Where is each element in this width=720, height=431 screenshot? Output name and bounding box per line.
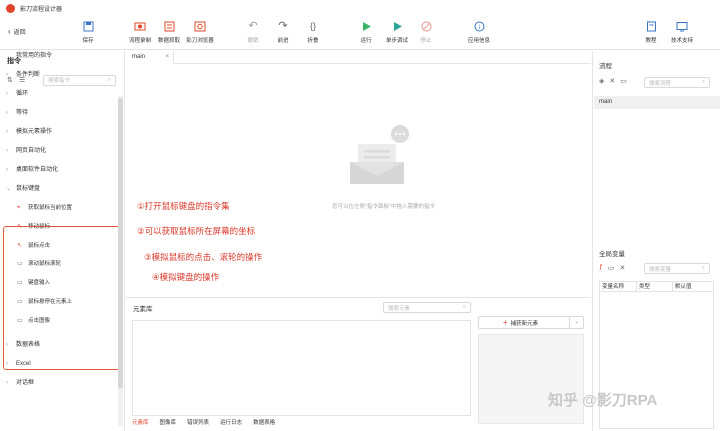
vars-search-input[interactable]: 搜索变量 ⌕ (644, 263, 710, 274)
app-info-button[interactable]: i 应用信息 (462, 18, 496, 44)
column-header: 类型 (637, 282, 673, 291)
search-icon: ⌕ (701, 79, 705, 85)
element-list (132, 320, 471, 416)
tutorial-button[interactable]: 教程 (634, 18, 668, 44)
redo-button[interactable]: ↷ 前进 (266, 18, 300, 44)
browser-icon (194, 20, 206, 32)
tree-item[interactable]: › 网页自动化 (0, 142, 118, 161)
highlight-frame (3, 226, 120, 370)
step-debug-icon (391, 20, 403, 32)
delete-icon[interactable]: ✕ (620, 264, 626, 272)
tree-item[interactable]: › 等待 (0, 104, 118, 123)
fold-icon: {} (309, 21, 316, 31)
chevron-right-icon: › (6, 379, 8, 386)
flow-search-input[interactable]: 搜索流程 ⌕ (644, 77, 710, 88)
sub-item-get-mouse-position[interactable]: ⌖ 获取鼠标当前位置 (0, 199, 118, 218)
chevron-right-icon: › (6, 91, 8, 97)
search-icon: ⌕ (462, 304, 466, 310)
save-icon (82, 20, 94, 32)
canvas-tabs: main × (126, 51, 591, 64)
tab-image-library[interactable]: 图像库 (160, 418, 177, 426)
tab-error-list[interactable]: 错误列表 (187, 418, 209, 426)
layers-icon[interactable]: ◈ (599, 77, 604, 85)
tab-run-log[interactable]: 运行日志 (220, 418, 242, 426)
fold-button[interactable]: {} 折叠 (296, 18, 330, 44)
back-button[interactable]: ‹ 返回 (8, 27, 26, 36)
element-search-input[interactable]: 搜索元素 ⌕ (383, 302, 471, 313)
right-panel: 流程 ◈ ✕ ▭ 搜索流程 ⌕ main 全局变量 ƒ ▭ ✕ 搜索变量 ⌕ 变… (592, 51, 720, 431)
grab-icon (163, 20, 175, 32)
empty-hint: 您可以在左侧"指令面板"中拖入需要的指令 (332, 204, 435, 210)
vars-tools: ƒ ▭ ✕ (599, 264, 630, 272)
flow-title: 流程 (599, 63, 612, 70)
delete-icon[interactable]: ✕ (609, 77, 615, 85)
info-icon: i (473, 20, 485, 32)
element-preview (478, 334, 584, 424)
chevron-right-icon: › (6, 167, 8, 173)
tutorial-icon (645, 20, 657, 32)
rename-icon[interactable]: ▭ (620, 77, 627, 85)
annotation-2: ②可以获取鼠标所在屏幕的坐标 (137, 226, 256, 236)
record-icon (134, 20, 146, 32)
stop-icon (420, 20, 432, 32)
rename-icon[interactable]: ▭ (608, 264, 615, 272)
tree-item[interactable]: › 循环 (0, 85, 118, 104)
run-button[interactable]: 运行 (349, 18, 383, 44)
element-library-title: 元素库 (133, 306, 153, 313)
title-bar: 影刀流程设计器 (0, 0, 720, 16)
tree-item-favorites[interactable]: 我常用的指令 (0, 47, 118, 66)
tree-item-mouse-keyboard[interactable]: ⌄ 鼠标键盘 (0, 180, 118, 199)
chevron-down-icon[interactable]: ⌄ (569, 317, 583, 328)
annotation-4: ④模拟键盘的操作 (152, 272, 220, 282)
undo-icon: ↶ (248, 20, 258, 32)
add-variable-icon[interactable]: ƒ (599, 264, 603, 272)
annotation-1: ①打开鼠标键盘的指令集 (137, 201, 230, 211)
redo-icon: ↷ (278, 20, 288, 32)
browser-button[interactable]: 影刀浏览器 (183, 18, 217, 44)
tree-item[interactable]: › 对话框 (0, 374, 118, 393)
back-label: 返回 (13, 30, 26, 36)
mouse-position-icon: ⌖ (17, 205, 21, 211)
chevron-right-icon: › (6, 129, 8, 135)
bottom-tabs: 元素库 图像库 错误列表 运行日志 数据表格 (132, 418, 286, 426)
app-logo-icon (6, 3, 15, 13)
global-vars-title: 全局变量 (599, 251, 625, 258)
stop-button[interactable]: 停止 (409, 18, 443, 44)
capture-element-button[interactable]: + 捕获新元素 ⌄ (478, 316, 584, 329)
tree-item[interactable]: › 桌面软件自动化 (0, 161, 118, 180)
save-button[interactable]: 保存 (71, 18, 105, 44)
empty-inbox-icon (344, 124, 414, 194)
plus-icon: + (503, 318, 508, 327)
column-header: 变量名称 (600, 282, 637, 291)
flow-item-main[interactable]: main (594, 96, 720, 109)
grab-button[interactable]: 数据抓取 (152, 18, 186, 44)
tab-element-library[interactable]: 元素库 (132, 418, 149, 426)
support-icon (676, 20, 688, 32)
table-header: 变量名称 类型 默认值 (600, 282, 713, 292)
close-icon[interactable]: × (165, 51, 169, 64)
chevron-right-icon: › (6, 110, 8, 116)
instruction-scrollbar[interactable] (118, 96, 123, 426)
chevron-right-icon: › (6, 148, 8, 154)
tree-item[interactable]: › 条件判断 (0, 66, 118, 85)
chevron-right-icon: › (6, 72, 8, 78)
play-icon (360, 20, 372, 32)
tab-main[interactable]: main × (126, 51, 174, 64)
chevron-down-icon: ⌄ (6, 186, 12, 192)
svg-text:i: i (478, 25, 479, 31)
toolbar: ‹ 返回 保存 流程录制 数据抓取 影刀浏览器 ↶ 撤销 ↷ 前进 {} 折叠 … (0, 16, 720, 50)
column-header: 默认值 (675, 284, 692, 290)
support-button[interactable]: 技术支持 (665, 18, 699, 44)
undo-button[interactable]: ↶ 撤销 (236, 18, 270, 44)
tab-data-table[interactable]: 数据表格 (253, 418, 275, 426)
flow-tools: ◈ ✕ ▭ (599, 77, 632, 85)
annotation-3: ③模拟鼠标的点击、滚轮的操作 (144, 252, 263, 262)
watermark: 知乎 @影刀RPA (548, 392, 658, 409)
tree-item[interactable]: › 模拟元素操作 (0, 123, 118, 142)
search-icon: ⌕ (701, 265, 705, 271)
arrow-left-icon: ‹ (8, 27, 11, 36)
element-library-panel: 元素库 搜索元素 ⌕ + 捕获新元素 ⌄ 元素库 图像库 错误列表 运行日志 数… (126, 297, 591, 431)
window-title: 影刀流程设计器 (20, 6, 63, 13)
